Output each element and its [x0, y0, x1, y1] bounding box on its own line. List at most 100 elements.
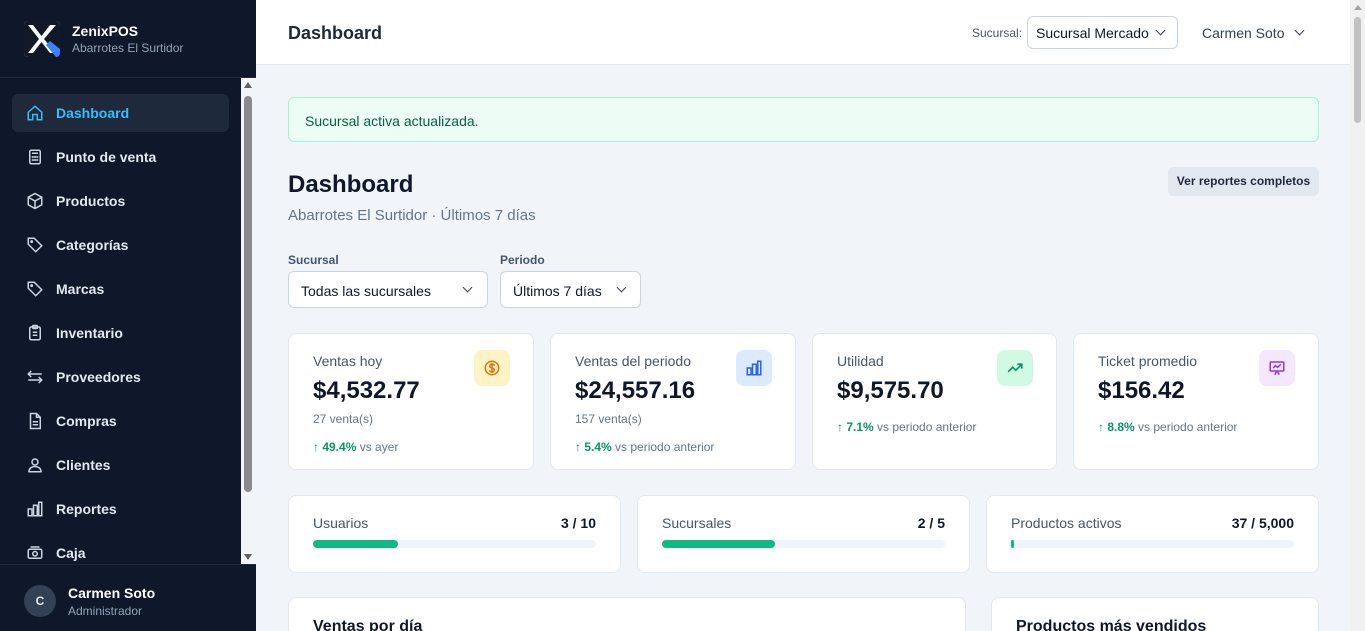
sidebar-item-marcas[interactable]: Marcas	[12, 270, 229, 308]
usage-progress-fill	[313, 540, 398, 548]
sidebar-item-punto-de-venta[interactable]: Punto de venta	[12, 138, 229, 176]
sidebar-item-label: Dashboard	[56, 105, 130, 121]
sidebar-item-label: Clientes	[56, 457, 111, 473]
kpi-delta-text: vs periodo anterior	[615, 440, 715, 454]
tag-icon	[27, 281, 43, 297]
branch-select[interactable]: Sucursal Mercado	[1027, 16, 1178, 49]
store-name: Abarrotes El Surtidor	[72, 41, 184, 55]
sidebar-item-productos[interactable]: Productos	[12, 182, 229, 220]
usage-progress-bar	[1011, 540, 1294, 548]
sidebar-item-label: Marcas	[56, 281, 105, 297]
user-menu[interactable]: Carmen Soto	[1194, 16, 1314, 49]
chevron-down-icon	[1294, 25, 1305, 36]
sales-by-day-card: Ventas por día	[288, 597, 966, 631]
page-title: Dashboard	[288, 171, 414, 198]
usage-card-productos: Productos activos 37 / 5,000	[986, 495, 1319, 573]
kpi-label: Ventas del periodo	[575, 353, 691, 369]
page-scrollbar[interactable]	[1350, 0, 1365, 631]
kpi-count: 157 venta(s)	[575, 412, 642, 426]
header-title: Dashboard	[288, 23, 383, 43]
kpi-delta-value: ↑ 49.4%	[313, 440, 357, 454]
sidebar-item-dashboard[interactable]: Dashboard	[12, 94, 229, 132]
dollar-coin-icon	[474, 350, 510, 386]
kpi-value: $9,575.70	[837, 377, 944, 404]
kpi-card-ticket-promedio: Ticket promedio $156.42 ↑ 8.8% vs period…	[1073, 333, 1319, 470]
kpi-count: 27 venta(s)	[313, 412, 374, 426]
brand: ZenixPOS Abarrotes El Surtidor	[0, 0, 256, 78]
clipboard-icon	[29, 324, 41, 341]
period-filter-select[interactable]: Últimos 7 días	[500, 271, 641, 308]
sidebar-user[interactable]: C Carmen Soto Administrador	[0, 564, 256, 631]
kpi-delta: ↑ 7.1% vs periodo anterior	[837, 420, 976, 434]
branch-label: Sucursal:	[972, 26, 1023, 40]
scrollbar-thumb[interactable]	[1354, 17, 1361, 123]
kpi-delta-value: ↑ 7.1%	[837, 420, 874, 434]
usage-card-usuarios: Usuarios 3 / 10	[288, 495, 621, 573]
sidebar-item-categorias[interactable]: Categorías	[12, 226, 229, 264]
usage-progress-fill	[662, 540, 776, 548]
sidebar-nav: Dashboard Punto de venta Productos Categ…	[0, 78, 240, 564]
scrollbar-thumb[interactable]	[244, 96, 252, 492]
sidebar-item-label: Punto de venta	[56, 149, 157, 165]
branch-select-value: Sucursal Mercado	[1036, 25, 1149, 41]
sidebar-scrollbar[interactable]	[241, 78, 256, 564]
bar-chart-icon	[27, 501, 43, 517]
sidebar-item-label: Productos	[56, 193, 126, 209]
chevron-down-icon	[616, 282, 627, 293]
sidebar-item-label: Reportes	[56, 501, 117, 517]
document-icon	[29, 412, 41, 430]
usage-label: Usuarios	[313, 515, 369, 531]
kpi-delta-text: vs periodo anterior	[1138, 420, 1238, 434]
sidebar-item-caja[interactable]: Caja	[12, 534, 229, 564]
usage-progress-fill	[1011, 540, 1014, 548]
cash-icon	[27, 546, 43, 559]
user-menu-name: Carmen Soto	[1202, 25, 1285, 41]
page-subtitle: Abarrotes El Surtidor · Últimos 7 días	[288, 207, 536, 224]
top-products-card: Productos más vendidos	[991, 597, 1319, 631]
kpi-delta: ↑ 8.8% vs periodo anterior	[1098, 420, 1237, 434]
usage-progress-bar	[313, 540, 596, 548]
sidebar-item-inventario[interactable]: Inventario	[12, 314, 229, 352]
kpi-label: Utilidad	[837, 353, 884, 369]
sidebar-item-label: Proveedores	[56, 369, 141, 385]
usage-progress-bar	[662, 540, 945, 548]
branch-filter-select[interactable]: Todas las sucursales	[288, 271, 488, 308]
bar-chart-icon	[736, 350, 772, 386]
chevron-down-icon	[462, 282, 473, 293]
success-alert: Sucursal activa actualizada.	[288, 97, 1319, 142]
kpi-card-utilidad: Utilidad $9,575.70 ↑ 7.1% vs periodo ant…	[812, 333, 1057, 470]
sidebar-item-clientes[interactable]: Clientes	[12, 446, 229, 484]
sidebar: ZenixPOS Abarrotes El Surtidor Dashboard…	[0, 0, 256, 631]
kpi-value: $156.42	[1098, 377, 1185, 404]
sidebar-item-label: Inventario	[56, 325, 123, 341]
scroll-down-icon[interactable]	[244, 554, 252, 560]
avatar: C	[24, 585, 56, 617]
user-name: Carmen Soto	[68, 585, 156, 601]
kpi-value: $4,532.77	[313, 377, 420, 404]
sidebar-item-reportes[interactable]: Reportes	[12, 490, 229, 528]
scroll-up-icon[interactable]	[244, 82, 252, 88]
scroll-up-icon[interactable]	[1354, 5, 1362, 10]
reports-button[interactable]: Ver reportes completos	[1168, 167, 1319, 196]
users-icon	[28, 458, 42, 473]
section-title: Productos más vendidos	[1016, 618, 1207, 631]
usage-card-sucursales: Sucursales 2 / 5	[637, 495, 970, 573]
kpi-delta-text: vs periodo anterior	[877, 420, 977, 434]
presentation-chart-icon	[1259, 350, 1295, 386]
kpi-label: Ticket promedio	[1098, 353, 1198, 369]
kpi-card-ventas-hoy: Ventas hoy $4,532.77 27 venta(s) ↑ 49.4%…	[288, 333, 534, 470]
sidebar-item-proveedores[interactable]: Proveedores	[12, 358, 229, 396]
kpi-delta: ↑ 49.4% vs ayer	[313, 440, 398, 454]
home-icon	[27, 105, 43, 121]
branch-filter-label: Sucursal	[288, 253, 339, 267]
kpi-label: Ventas hoy	[313, 353, 383, 369]
sidebar-item-compras[interactable]: Compras	[12, 402, 229, 440]
chevron-down-icon	[1155, 25, 1166, 36]
alert-message: Sucursal activa actualizada.	[305, 113, 479, 129]
top-header: Dashboard Sucursal: Sucursal Mercado Car…	[256, 0, 1350, 65]
logo-icon	[24, 21, 60, 57]
kpi-delta-value: ↑ 8.8%	[1098, 420, 1135, 434]
kpi-delta-value: ↑ 5.4%	[575, 440, 612, 454]
tag-icon	[27, 237, 43, 253]
usage-value: 2 / 5	[917, 515, 945, 531]
